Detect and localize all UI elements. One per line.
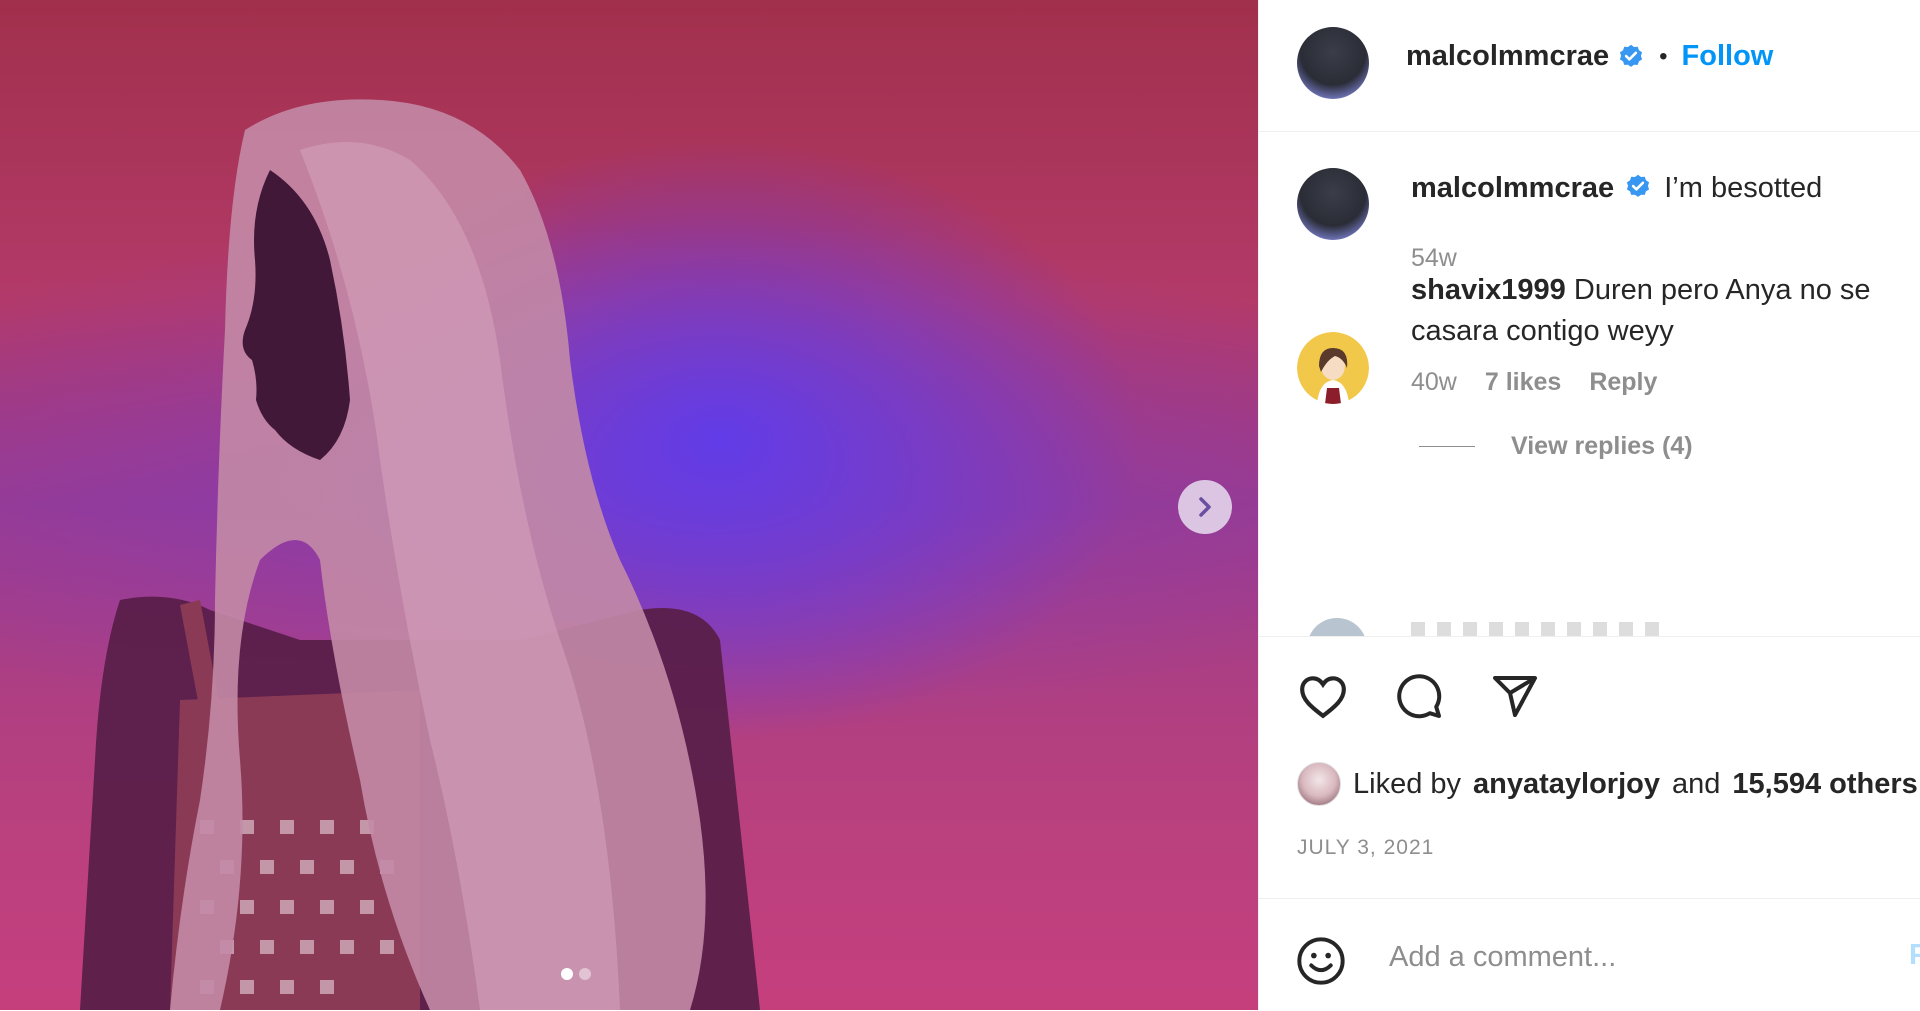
author-username[interactable]: malcolmmcrae: [1406, 40, 1609, 73]
post-media[interactable]: [0, 0, 1258, 1010]
likes-count[interactable]: 15,594 others: [1732, 768, 1917, 801]
post-header: malcolmmcrae • Follow: [1259, 0, 1920, 132]
next-comment-peek: [1411, 622, 1671, 636]
likes-joiner: and: [1672, 767, 1721, 800]
comment: shavix1999 Duren pero Anya no se casara …: [1411, 270, 1891, 352]
author-avatar[interactable]: [1297, 27, 1369, 99]
comment-input[interactable]: [1387, 931, 1871, 983]
paper-plane-icon: [1493, 676, 1537, 717]
likes-prefix: Liked by: [1353, 767, 1462, 800]
verified-badge-icon: [1627, 175, 1650, 198]
comments-list[interactable]: malcolmmcrae I’m besotted 54w shavix1999…: [1259, 132, 1920, 637]
caption-meta: 54w: [1411, 244, 1457, 273]
commenter-avatar-illustration: [1297, 332, 1369, 404]
comment-bubble-icon: [1397, 674, 1442, 719]
share-button[interactable]: [1487, 668, 1543, 724]
likes-summary: Liked by anyataylorjoy and 15,594 others: [1297, 762, 1918, 806]
follow-button[interactable]: Follow: [1682, 40, 1774, 73]
comment-meta: 40w 7 likes Reply: [1411, 368, 1657, 397]
reply-button[interactable]: Reply: [1589, 368, 1657, 397]
action-bar: [1295, 668, 1543, 724]
heart-icon: [1300, 676, 1346, 719]
liker-username[interactable]: anyataylorjoy: [1473, 768, 1660, 801]
post-photo-figure: [80, 99, 760, 1010]
carousel-dot-2: [579, 968, 591, 980]
header-separator: •: [1659, 42, 1668, 70]
comment-time[interactable]: 40w: [1411, 368, 1457, 397]
comment-button[interactable]: [1391, 668, 1447, 724]
carousel-indicators: [561, 968, 591, 980]
view-replies-button[interactable]: View replies (4): [1419, 432, 1693, 461]
post-comment-button[interactable]: Post: [1909, 939, 1920, 972]
smiley-icon[interactable]: [1295, 935, 1347, 987]
add-comment-bar: Post: [1259, 898, 1920, 1011]
like-button[interactable]: [1295, 668, 1351, 724]
caption-avatar[interactable]: [1297, 168, 1369, 240]
post-date[interactable]: JULY 3, 2021: [1297, 836, 1434, 860]
commenter-avatar[interactable]: [1297, 332, 1369, 404]
caption-time[interactable]: 54w: [1411, 244, 1457, 273]
liker-avatar[interactable]: [1297, 762, 1341, 806]
comment-likes[interactable]: 7 likes: [1485, 368, 1561, 397]
post-side-panel: malcolmmcrae • Follow malcolmmcrae I’m b…: [1258, 0, 1920, 1010]
verified-badge-icon: [1620, 44, 1643, 67]
caption: malcolmmcrae I’m besotted: [1411, 168, 1891, 209]
chevron-right-icon: [1199, 497, 1211, 517]
caption-text: I’m besotted: [1664, 172, 1823, 204]
next-comment-avatar[interactable]: [1307, 618, 1367, 636]
carousel-dot-1: [561, 968, 573, 980]
view-replies-line: [1419, 446, 1475, 447]
carousel-next-button[interactable]: [1178, 480, 1232, 534]
view-replies-label: View replies (4): [1511, 432, 1693, 460]
caption-username[interactable]: malcolmmcrae: [1411, 172, 1614, 204]
commenter-username[interactable]: shavix1999: [1411, 274, 1566, 306]
